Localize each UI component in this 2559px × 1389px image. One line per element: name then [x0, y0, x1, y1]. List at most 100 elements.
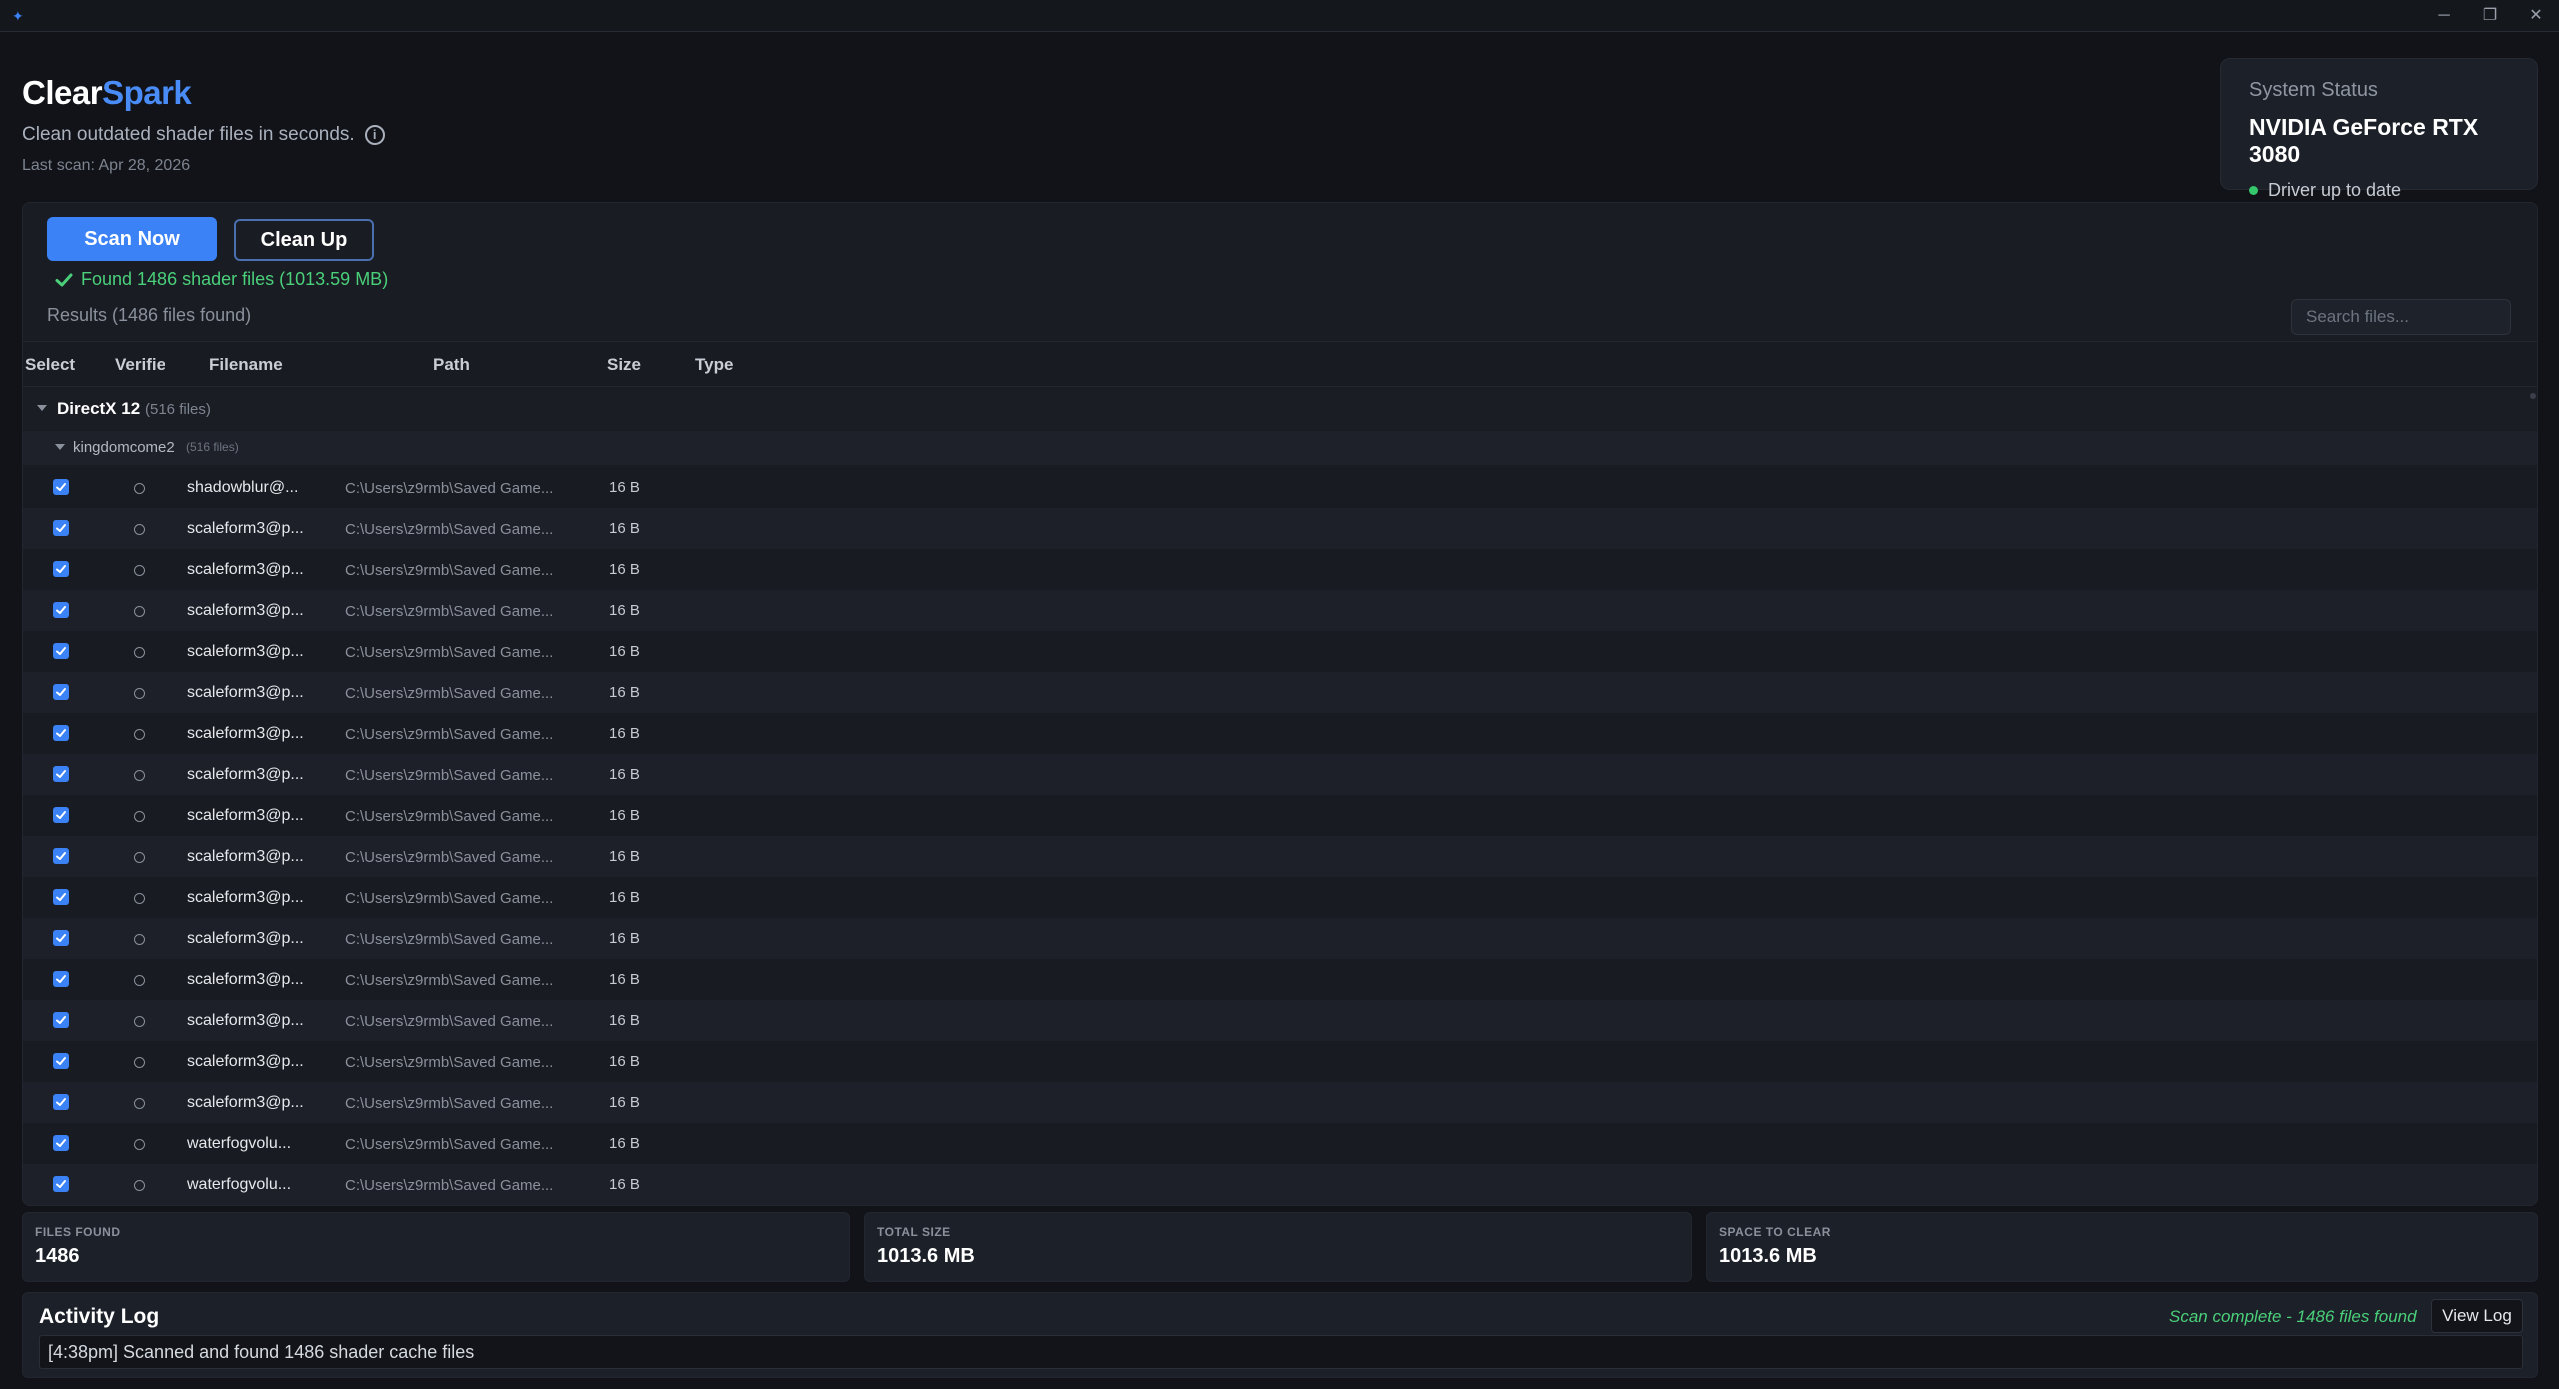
- logo-part-clear: Clear: [22, 74, 103, 111]
- info-icon[interactable]: i: [364, 125, 385, 145]
- row-size: 16 B: [609, 479, 640, 496]
- table-row[interactable]: scaleform3@p... C:\Users\z9rmb\Saved Game…: [23, 549, 2537, 590]
- table-row[interactable]: scaleform3@p... C:\Users\z9rmb\Saved Game…: [23, 590, 2537, 631]
- row-checkbox[interactable]: [53, 930, 69, 946]
- verified-circle-icon: [134, 852, 145, 863]
- verified-circle-icon: [134, 524, 145, 535]
- verified-circle-icon: [134, 647, 145, 658]
- stat-value: 1013.6 MB: [877, 1245, 975, 1267]
- verified-circle-icon: [134, 893, 145, 904]
- table-row[interactable]: scaleform3@p... C:\Users\z9rmb\Saved Game…: [23, 1082, 2537, 1123]
- subgroup-name: kingdomcome2: [73, 439, 175, 456]
- search-files-input[interactable]: [2291, 299, 2511, 335]
- table-row[interactable]: shadowblur@... C:\Users\z9rmb\Saved Game.…: [23, 467, 2537, 508]
- table-row[interactable]: scaleform3@p... C:\Users\z9rmb\Saved Game…: [23, 672, 2537, 713]
- checkmark-icon: [56, 606, 66, 614]
- collapse-triangle-icon[interactable]: [37, 405, 47, 411]
- row-filename: shadowblur@...: [187, 479, 299, 496]
- collapse-triangle-icon[interactable]: [55, 444, 65, 450]
- table-row[interactable]: scaleform3@p... C:\Users\z9rmb\Saved Game…: [23, 918, 2537, 959]
- row-checkbox[interactable]: [53, 1176, 69, 1192]
- table-row[interactable]: scaleform3@p... C:\Users\z9rmb\Saved Game…: [23, 836, 2537, 877]
- column-path[interactable]: Path: [433, 355, 470, 375]
- restore-button[interactable]: ❐: [2470, 4, 2510, 28]
- row-filename: scaleform3@p...: [187, 1053, 304, 1070]
- verified-circle-icon: [134, 565, 145, 576]
- row-checkbox[interactable]: [53, 725, 69, 741]
- verified-circle-icon: [134, 1098, 145, 1109]
- scrollbar[interactable]: [2529, 389, 2537, 1205]
- table-row[interactable]: scaleform3@p... C:\Users\z9rmb\Saved Game…: [23, 959, 2537, 1000]
- row-checkbox[interactable]: [53, 561, 69, 577]
- row-checkbox[interactable]: [53, 1053, 69, 1069]
- stat-space-to-clear: SPACE TO CLEAR 1013.6 MB: [1706, 1212, 2538, 1282]
- table-row[interactable]: scaleform3@p... C:\Users\z9rmb\Saved Game…: [23, 1000, 2537, 1041]
- stat-value: 1013.6 MB: [1719, 1245, 1817, 1267]
- tagline-text: Clean outdated shader files in seconds.: [22, 124, 355, 145]
- table-row[interactable]: scaleform3@p... C:\Users\z9rmb\Saved Game…: [23, 631, 2537, 672]
- row-checkbox[interactable]: [53, 684, 69, 700]
- row-filename: scaleform3@p...: [187, 848, 304, 865]
- row-checkbox[interactable]: [53, 807, 69, 823]
- row-path: C:\Users\z9rmb\Saved Game...: [345, 931, 554, 948]
- checkmark-icon: [56, 483, 66, 491]
- row-size: 16 B: [609, 971, 640, 988]
- row-checkbox[interactable]: [53, 1094, 69, 1110]
- row-checkbox[interactable]: [53, 971, 69, 987]
- table-row[interactable]: scaleform3@p... C:\Users\z9rmb\Saved Game…: [23, 508, 2537, 549]
- row-checkbox[interactable]: [53, 1135, 69, 1151]
- checkmark-icon: [56, 565, 66, 573]
- column-size[interactable]: Size: [607, 355, 641, 375]
- row-checkbox[interactable]: [53, 602, 69, 618]
- table-row[interactable]: scaleform3@p... C:\Users\z9rmb\Saved Game…: [23, 877, 2537, 918]
- row-checkbox[interactable]: [53, 479, 69, 495]
- subgroup-kingdomcome2[interactable]: kingdomcome2 (516 files): [23, 431, 2537, 465]
- checkmark-icon: [56, 1180, 66, 1188]
- column-type[interactable]: Type: [695, 355, 733, 375]
- scan-now-button[interactable]: Scan Now: [47, 217, 217, 261]
- table-row[interactable]: scaleform3@p... C:\Users\z9rmb\Saved Game…: [23, 1041, 2537, 1082]
- check-icon: [55, 273, 73, 286]
- driver-status: Driver up to date: [2249, 180, 2509, 201]
- table-row[interactable]: scaleform3@p... C:\Users\z9rmb\Saved Game…: [23, 754, 2537, 795]
- minimize-button[interactable]: ─: [2424, 4, 2464, 28]
- tagline: Clean outdated shader files in seconds. …: [22, 124, 385, 146]
- system-status-label: System Status: [2249, 79, 2378, 101]
- row-checkbox[interactable]: [53, 889, 69, 905]
- table-row[interactable]: scaleform3@p... C:\Users\z9rmb\Saved Game…: [23, 795, 2537, 836]
- verified-circle-icon: [134, 729, 145, 740]
- scrollbar-thumb[interactable]: [2530, 393, 2536, 399]
- group-directx12[interactable]: DirectX 12 (516 files): [23, 389, 2537, 429]
- row-filename: scaleform3@p...: [187, 520, 304, 537]
- close-button[interactable]: ✕: [2516, 4, 2556, 28]
- column-verified[interactable]: Verifie: [115, 355, 165, 375]
- view-log-button[interactable]: View Log: [2431, 1299, 2523, 1333]
- row-checkbox[interactable]: [53, 1012, 69, 1028]
- row-size: 16 B: [609, 725, 640, 742]
- status-dot-icon: [2249, 186, 2258, 195]
- row-checkbox[interactable]: [53, 520, 69, 536]
- title-bar: ✦ ─ ❐ ✕: [0, 0, 2559, 32]
- activity-log-output[interactable]: [4:38pm] Scanned and found 1486 shader c…: [39, 1335, 2523, 1369]
- scan-result-text: Found 1486 shader files (1013.59 MB): [81, 269, 389, 289]
- column-filename[interactable]: Filename: [209, 355, 283, 375]
- row-filename: waterfogvolu...: [187, 1176, 292, 1193]
- row-size: 16 B: [609, 1012, 640, 1029]
- row-checkbox[interactable]: [53, 766, 69, 782]
- column-select[interactable]: Select: [25, 355, 75, 375]
- clean-up-button[interactable]: Clean Up: [234, 219, 374, 261]
- verified-circle-icon: [134, 1057, 145, 1068]
- table-row[interactable]: waterfogvolu... C:\Users\z9rmb\Saved Game…: [23, 1123, 2537, 1164]
- row-checkbox[interactable]: [53, 848, 69, 864]
- row-filename: scaleform3@p...: [187, 602, 304, 619]
- group-count: (516 files): [145, 401, 211, 418]
- checkmark-icon: [56, 647, 66, 655]
- row-checkbox[interactable]: [53, 643, 69, 659]
- table-row[interactable]: waterfogvolu... C:\Users\z9rmb\Saved Game…: [23, 1164, 2537, 1205]
- row-filename: scaleform3@p...: [187, 643, 304, 660]
- results-panel: Scan Now Clean Up Found 1486 shader file…: [22, 202, 2538, 1206]
- group-name: DirectX 12: [57, 399, 141, 418]
- row-filename: scaleform3@p...: [187, 971, 304, 988]
- row-path: C:\Users\z9rmb\Saved Game...: [345, 644, 554, 661]
- table-row[interactable]: scaleform3@p... C:\Users\z9rmb\Saved Game…: [23, 713, 2537, 754]
